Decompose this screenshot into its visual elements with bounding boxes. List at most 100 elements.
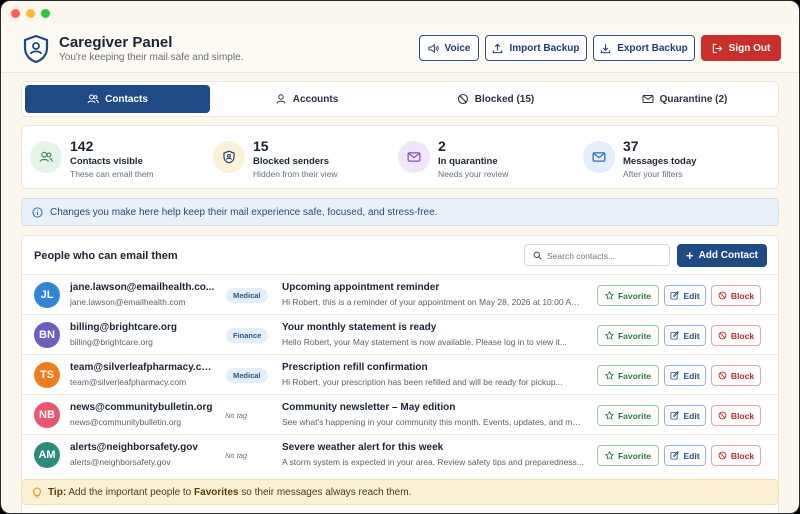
edit-label: Edit xyxy=(683,450,700,461)
block-button[interactable]: Block xyxy=(711,285,761,306)
contact-row[interactable]: JL jane.lawson@emailhealth.co... jane.laws… xyxy=(22,274,778,314)
message-subject: Severe weather alert for this week xyxy=(282,442,444,453)
tab-quarantine[interactable]: Quarantine (2) xyxy=(592,85,777,113)
info-text: Changes you make here help keep their ma… xyxy=(50,207,438,218)
stat-number: 15 xyxy=(253,138,269,154)
tip-prefix: Tip: xyxy=(48,487,67,498)
contact-tag: No tag xyxy=(225,451,248,460)
avatar: TS xyxy=(34,362,60,388)
contact-row[interactable]: TS team@silverleafpharmacy.com team@silver… xyxy=(22,354,778,394)
search-icon xyxy=(533,251,542,260)
block-icon xyxy=(718,411,727,420)
contact-email: alerts@neighborsafety.gov xyxy=(70,457,171,467)
contact-email: jane.lawson@emailhealth.com xyxy=(70,297,186,307)
block-icon xyxy=(718,331,727,340)
tip-banner: Tip: Add the important people to Favorit… xyxy=(21,479,779,505)
import-backup-button[interactable]: Import Backup xyxy=(485,35,587,61)
stat-number: 142 xyxy=(70,138,94,154)
block-label: Block xyxy=(730,410,755,421)
favorite-label: Favorite xyxy=(617,330,652,341)
contact-row[interactable]: BN billing@brightcare.org billing@brightca… xyxy=(22,314,778,354)
block-label: Block xyxy=(730,370,755,381)
block-button[interactable]: Block xyxy=(711,405,761,426)
block-button[interactable]: Block xyxy=(711,325,761,346)
edit-button[interactable]: Edit xyxy=(664,285,706,306)
export-backup-button[interactable]: Export Backup xyxy=(593,35,695,61)
plus-icon: + xyxy=(685,247,694,263)
star-icon xyxy=(604,451,614,460)
avatar: BN xyxy=(34,322,60,348)
info-banner: Changes you make here help keep their ma… xyxy=(21,198,779,226)
header: Caregiver Panel You're keeping their mai… xyxy=(1,23,799,73)
block-button[interactable]: Block xyxy=(711,365,761,386)
download-icon xyxy=(601,43,611,53)
favorite-label: Favorite xyxy=(617,370,652,381)
favorite-button[interactable]: Favorite xyxy=(597,325,659,346)
app-title: Caregiver Panel xyxy=(59,34,173,51)
speaker-icon xyxy=(427,43,439,53)
voice-button[interactable]: Voice xyxy=(419,35,479,61)
favorite-button[interactable]: Favorite xyxy=(597,445,659,466)
tab-blocked-label: Blocked (15) xyxy=(474,93,535,105)
tab-accounts-label: Accounts xyxy=(292,93,339,105)
favorite-button[interactable]: Favorite xyxy=(597,365,659,386)
app-subtitle: You're keeping their mail safe and simpl… xyxy=(59,52,244,63)
stat-in-quarantine: 2 In quarantine Needs your review xyxy=(398,138,578,179)
edit-button[interactable]: Edit xyxy=(664,325,706,346)
import-backup-label: Import Backup xyxy=(509,42,580,54)
contact-email: billing@brightcare.org xyxy=(70,337,153,347)
favorite-button[interactable]: Favorite xyxy=(597,285,659,306)
contacts-panel: People who can email them + Add Contact … xyxy=(21,235,779,513)
favorite-button[interactable]: Favorite xyxy=(597,405,659,426)
star-icon xyxy=(604,411,614,420)
edit-icon xyxy=(670,291,680,300)
stat-number: 2 xyxy=(438,138,446,154)
export-backup-label: Export Backup xyxy=(617,42,688,54)
edit-button[interactable]: Edit xyxy=(664,405,706,426)
star-icon xyxy=(604,331,614,340)
contact-tag: Medical xyxy=(226,288,268,303)
tab-accounts[interactable]: Accounts xyxy=(214,85,399,113)
favorite-label: Favorite xyxy=(617,450,652,461)
stat-icon-bg xyxy=(583,141,615,173)
stat-icon-bg xyxy=(213,141,245,173)
minimize-window-button[interactable] xyxy=(26,9,35,18)
block-button[interactable]: Block xyxy=(711,445,761,466)
sign-out-button[interactable]: Sign Out xyxy=(701,35,781,61)
edit-button[interactable]: Edit xyxy=(664,365,706,386)
edit-icon xyxy=(670,451,680,460)
stat-sub: Needs your review xyxy=(438,169,509,179)
favorite-label: Favorite xyxy=(617,290,652,301)
envelope-icon xyxy=(592,152,606,162)
block-icon xyxy=(718,291,727,300)
sign-out-icon xyxy=(712,43,723,53)
contact-row[interactable]: NB news@communitybulletin.org news@communi… xyxy=(22,394,778,434)
stat-sub: These can email them xyxy=(70,169,154,179)
upload-icon xyxy=(493,43,503,53)
message-subject: Upcoming appointment reminder xyxy=(282,282,440,293)
contact-name: team@silverleafpharmacy.com xyxy=(70,362,215,373)
edit-label: Edit xyxy=(683,290,700,301)
star-icon xyxy=(604,291,614,300)
user-icon xyxy=(276,94,286,104)
shield-icon xyxy=(223,150,235,164)
tab-blocked[interactable]: Blocked (15) xyxy=(403,85,588,113)
contact-row[interactable]: AM alerts@neighborsafety.gov alerts@neighb… xyxy=(22,434,778,474)
stat-label: Contacts visible xyxy=(70,156,143,167)
message-preview: A storm system is expected in your area.… xyxy=(282,457,584,467)
tab-contacts[interactable]: Contacts xyxy=(25,85,210,113)
voice-button-label: Voice xyxy=(444,42,471,54)
tip-text-before: Add the important people to xyxy=(66,487,195,498)
maximize-window-button[interactable] xyxy=(41,9,50,18)
stats-bar: 142 Contacts visible These can email the… xyxy=(21,125,779,189)
close-window-button[interactable] xyxy=(11,9,20,18)
users-icon xyxy=(39,151,53,162)
stat-contacts-visible: 142 Contacts visible These can email the… xyxy=(30,138,210,179)
add-contact-button[interactable]: + Add Contact xyxy=(677,244,767,267)
contact-name: billing@brightcare.org xyxy=(70,322,177,333)
contact-name: jane.lawson@emailhealth.co... xyxy=(70,282,215,293)
contact-name: alerts@neighborsafety.gov xyxy=(70,442,198,453)
search-input[interactable] xyxy=(547,248,665,264)
stat-blocked-senders: 15 Blocked senders Hidden from their vie… xyxy=(213,138,393,179)
edit-button[interactable]: Edit xyxy=(664,445,706,466)
